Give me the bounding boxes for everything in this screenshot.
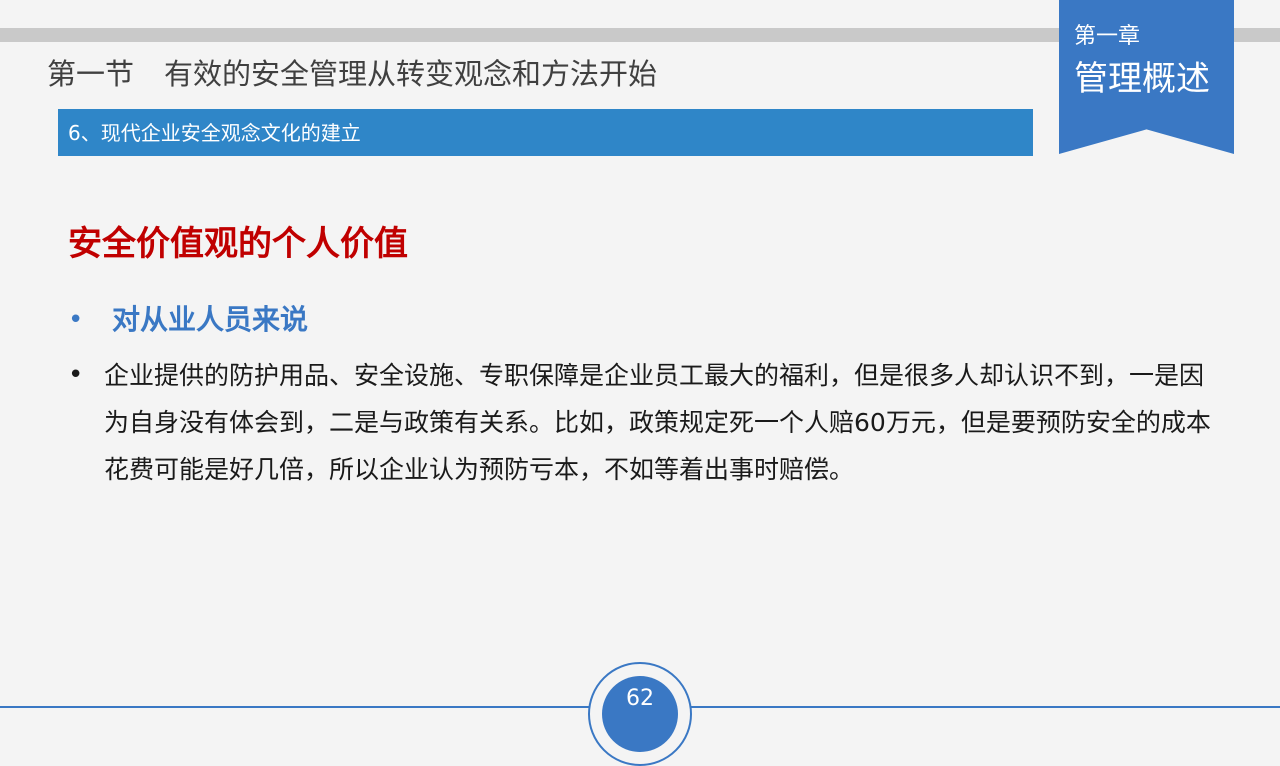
bullet-list: • 对从业人员来说 • 企业提供的防护用品、安全设施、专职保障是企业员工最大的福… [68,298,1218,493]
chapter-title: 管理概述 [1074,59,1210,99]
chapter-badge: 第一章 管理概述 [1059,0,1234,154]
section-title: 第一节 有效的安全管理从转变观念和方法开始 [47,57,657,92]
subsection-title: 6、现代企业安全观念文化的建立 [68,121,361,145]
bullet-dot-icon: • [68,360,84,390]
bullet-subheading-text: 对从业人员来说 [112,303,309,336]
main-heading: 安全价值观的个人价值 [68,224,408,264]
subsection-bar: 6、现代企业安全观念文化的建立 [58,109,1033,156]
bullet-item-subheading: • 对从业人员来说 [68,298,1218,342]
page-number: 62 [626,686,654,711]
bullet-item-body: • 企业提供的防护用品、安全设施、专职保障是企业员工最大的福利，但是很多人却认识… [68,352,1218,493]
bullet-body-text: 企业提供的防护用品、安全设施、专职保障是企业员工最大的福利，但是很多人却认识不到… [104,361,1211,484]
section-heading: 有效的安全管理从转变观念和方法开始 [164,57,658,91]
bullet-dot-icon: • [68,305,84,335]
chapter-number: 第一章 [1074,24,1141,49]
section-label: 第一节 [47,57,135,91]
